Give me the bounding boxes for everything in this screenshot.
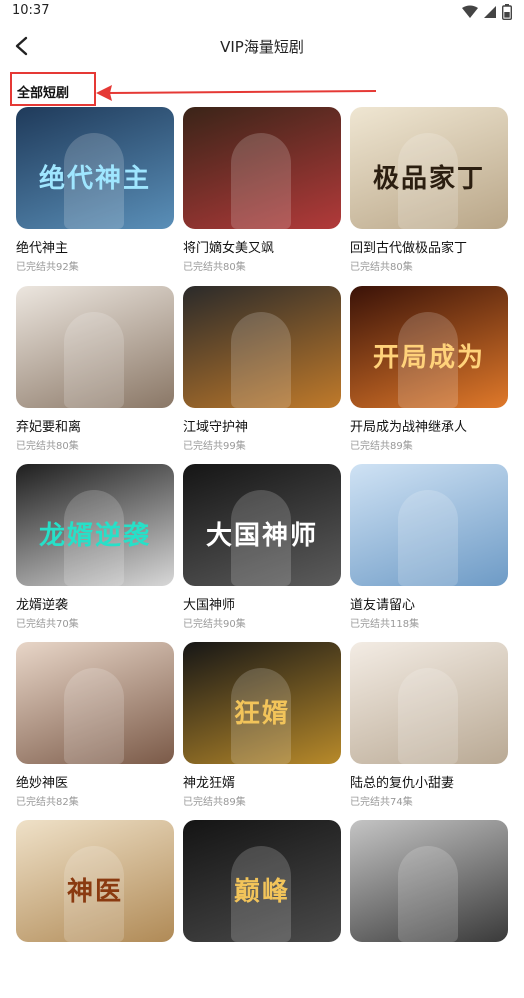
drama-episode-info: 已完结共80集 (183, 262, 246, 273)
poster-title-art: 大国神师 (205, 521, 318, 552)
drama-episode-info: 已完结共89集 (183, 797, 246, 808)
drama-title: 回到古代做极品家丁 (350, 241, 468, 256)
drama-poster[interactable]: 大国神师 (183, 464, 341, 586)
status-bar: 10:37 (0, 0, 524, 24)
drama-poster[interactable]: 开局成为 (350, 286, 508, 408)
signal-icon (484, 6, 496, 18)
poster-figure (231, 133, 291, 229)
drama-card[interactable]: 极品家丁回到古代做极品家丁已完结共80集 (350, 107, 508, 285)
poster-title-art: 开局成为 (372, 343, 485, 374)
drama-episode-info: 已完结共82集 (16, 797, 79, 808)
drama-episode-info: 已完结共80集 (350, 262, 413, 273)
drama-poster[interactable]: 龙婿逆袭 (16, 464, 174, 586)
poster-figure (64, 668, 124, 764)
drama-card[interactable]: 神医 (16, 820, 174, 998)
drama-title: 绝妙神医 (16, 776, 69, 791)
drama-card[interactable]: 道友请留心已完结共118集 (350, 464, 508, 642)
poster-title-art: 神医 (66, 877, 123, 908)
poster-figure (64, 312, 124, 408)
poster-title-art: 狂婿 (233, 699, 290, 730)
navigation-bar: VIP海量短剧 (0, 24, 524, 68)
drama-card[interactable]: 开局成为开局成为战神继承人已完结共89集 (350, 286, 508, 464)
drama-episode-info: 已完结共118集 (350, 619, 420, 630)
drama-card[interactable]: 狂婿神龙狂婿已完结共89集 (183, 642, 341, 820)
drama-episode-info: 已完结共74集 (350, 797, 413, 808)
section-title: 全部短剧 (17, 86, 70, 101)
drama-card[interactable]: 绝代神主 绝代神主 已完结共92集 (16, 107, 174, 285)
drama-poster[interactable]: 神医 (16, 820, 174, 942)
drama-title: 陆总的复仇小甜妻 (350, 776, 455, 791)
drama-episode-info: 已完结共90集 (183, 619, 246, 630)
drama-poster[interactable] (350, 464, 508, 586)
drama-poster[interactable]: 极品家丁 (350, 107, 508, 229)
drama-poster[interactable]: 狂婿 (183, 642, 341, 764)
drama-episode-info: 已完结共89集 (350, 441, 413, 452)
poster-figure (398, 846, 458, 942)
drama-card[interactable]: 龙婿逆袭 龙婿逆袭 已完结共70集 (16, 464, 174, 642)
poster-figure (231, 312, 291, 408)
wifi-icon (462, 5, 478, 18)
drama-card[interactable]: 将门嫡女美又飒已完结共80集 (183, 107, 341, 285)
drama-card[interactable]: 巅峰 (183, 820, 341, 998)
poster-figure (398, 490, 458, 586)
poster-figure (398, 668, 458, 764)
poster-title-art: 绝代神主 (38, 164, 151, 195)
drama-episode-info: 已完结共80集 (16, 441, 79, 452)
battery-icon (502, 4, 512, 20)
drama-card[interactable]: 江域守护神已完结共99集 (183, 286, 341, 464)
drama-poster[interactable]: 绝代神主 (16, 107, 174, 229)
drama-card[interactable]: 绝妙神医已完结共82集 (16, 642, 174, 820)
drama-title: 神龙狂婿 (183, 776, 236, 791)
drama-title: 绝代神主 (16, 241, 69, 256)
drama-poster[interactable] (183, 107, 341, 229)
drama-card[interactable] (350, 820, 508, 998)
drama-card[interactable]: 弃妃要和离已完结共80集 (16, 286, 174, 464)
status-time: 10:37 (12, 3, 50, 18)
drama-card[interactable]: 大国神师 大国神师 已完结共90集 (183, 464, 341, 642)
drama-title: 江域守护神 (183, 420, 249, 435)
drama-episode-info: 已完结共99集 (183, 441, 246, 452)
annotation-arrow (96, 85, 377, 101)
section-header-highlight: 全部短剧 (10, 72, 96, 106)
drama-title: 道友请留心 (350, 598, 416, 613)
drama-episode-info: 已完结共92集 (16, 262, 79, 273)
drama-poster[interactable] (16, 642, 174, 764)
poster-title-art: 巅峰 (233, 877, 290, 908)
status-icons (462, 4, 512, 20)
drama-card[interactable]: 陆总的复仇小甜妻已完结共74集 (350, 642, 508, 820)
drama-poster[interactable]: 巅峰 (183, 820, 341, 942)
drama-poster[interactable] (16, 286, 174, 408)
drama-poster[interactable] (350, 642, 508, 764)
drama-title: 开局成为战神继承人 (350, 420, 468, 435)
drama-poster[interactable] (350, 820, 508, 942)
drama-title: 大国神师 (183, 598, 236, 613)
drama-title: 将门嫡女美又飒 (183, 241, 275, 256)
drama-title: 龙婿逆袭 (16, 598, 69, 613)
poster-title-art: 龙婿逆袭 (38, 521, 151, 552)
page-title: VIP海量短剧 (220, 38, 304, 56)
drama-title: 弃妃要和离 (16, 420, 82, 435)
drama-poster[interactable] (183, 286, 341, 408)
poster-title-art: 极品家丁 (372, 164, 485, 195)
drama-episode-info: 已完结共70集 (16, 619, 79, 630)
